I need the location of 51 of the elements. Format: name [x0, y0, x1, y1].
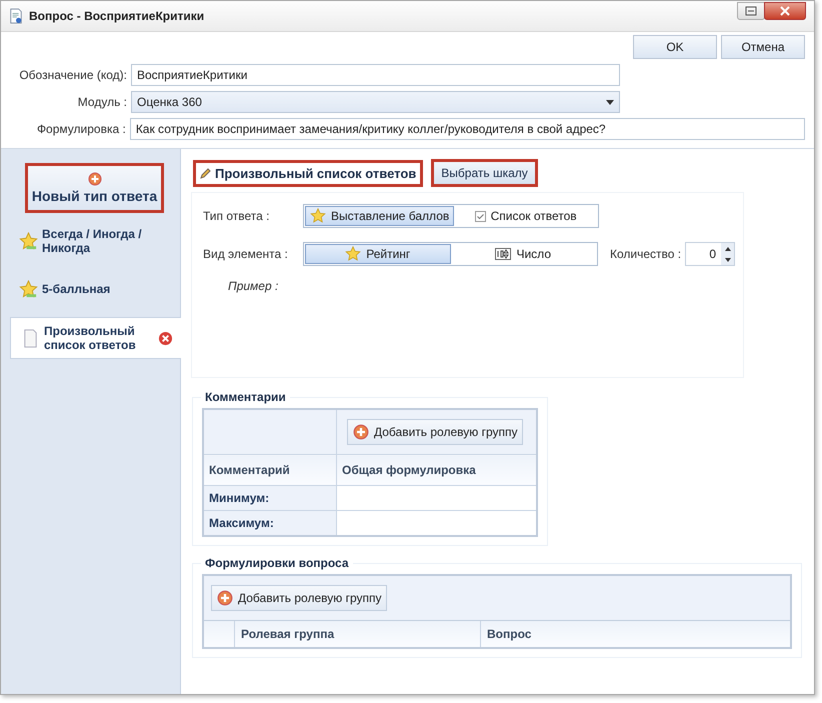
column-header: Ролевая группа [235, 621, 481, 647]
star-icon [19, 232, 38, 250]
up-arrow-icon[interactable] [724, 246, 731, 250]
sidebar-item[interactable]: 5-балльная [1, 269, 180, 309]
field-label: Модуль : [76, 95, 128, 109]
module-dropdown[interactable]: Оценка 360 [131, 91, 620, 113]
row-header: Максимум: [203, 510, 336, 536]
example-label: Пример : [228, 279, 278, 293]
dialog-button[interactable]: Отмена [721, 35, 805, 59]
column-header: Вопрос [486, 626, 532, 643]
close-button[interactable] [764, 2, 806, 20]
field-label: Количество : [610, 247, 682, 261]
caret-icon [606, 100, 614, 104]
field-label: Вид элемента : [203, 247, 289, 261]
star-icon [310, 208, 326, 224]
group-title: Формулировки вопроса [204, 556, 350, 570]
checkbox-icon [474, 210, 486, 222]
group-title: Комментарии [204, 390, 287, 404]
pencil-icon [200, 167, 212, 179]
star-icon [19, 280, 38, 298]
option-button[interactable]: Выставление баллов [305, 206, 454, 226]
plus-icon [88, 172, 102, 186]
column-header: Комментарий [203, 454, 336, 486]
restore-button[interactable] [737, 2, 765, 20]
close-icon [779, 6, 791, 16]
option-button[interactable]: Рейтинг [305, 244, 450, 264]
field-label: Формулировка : [36, 122, 127, 136]
row-header: Минимум: [203, 486, 336, 510]
remove-icon[interactable] [158, 330, 173, 346]
input-field[interactable]: Как сотрудник воспринимает замечания/критику коллег/руководителя в свой адрес? [130, 118, 805, 140]
add-role-group-button[interactable]: Добавить ролевую группу [347, 419, 524, 445]
answer-type-title: Произвольный список ответов [193, 160, 424, 186]
field-label: Тип ответа : [203, 209, 270, 223]
plus-icon [217, 590, 233, 606]
spinner-icon [495, 248, 512, 260]
count-spinner[interactable]: 0 [685, 242, 736, 266]
new-answer-type-button[interactable]: Новый тип ответа [25, 163, 164, 213]
add-role-group-button[interactable]: Добавить ролевую группу [211, 585, 388, 611]
star-icon [345, 246, 362, 262]
document-icon [9, 8, 23, 24]
down-arrow-icon[interactable] [724, 258, 731, 262]
restore-icon [745, 6, 757, 16]
field-label: Обозначение (код): [18, 68, 128, 82]
sidebar-item[interactable]: Всегда / Иногда / Никогда [1, 221, 180, 261]
input-field[interactable]: ВосприятиеКритики [131, 64, 620, 86]
sidebar-item[interactable]: Произвольный список ответов [10, 317, 181, 359]
choose-scale-button[interactable]: Выбрать шкалу [431, 159, 538, 187]
dialog-button[interactable]: OK [633, 35, 717, 59]
plus-icon [353, 424, 369, 440]
window-title: Вопрос - ВосприятиеКритики [29, 9, 204, 23]
column-header: Общая формулировка [336, 454, 537, 486]
